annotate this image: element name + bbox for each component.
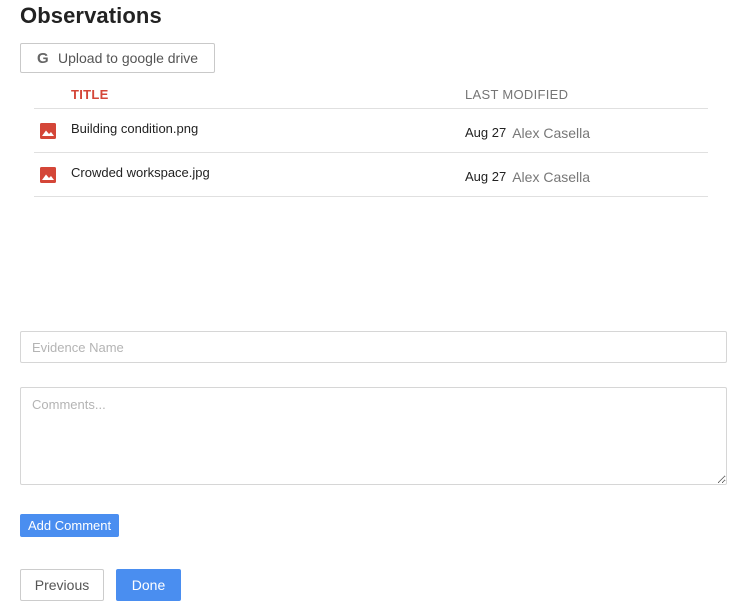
image-file-icon [40,166,56,183]
file-modified-date: Aug 27 [465,125,507,140]
upload-button-label: Upload to google drive [58,50,199,66]
file-name: Building condition.png [71,121,199,136]
file-modified-author: Alex Casella [512,124,591,141]
column-header-last-modified[interactable]: LAST MODIFIED [465,87,568,102]
table-row[interactable]: Building condition.png Aug 27 Alex Casel… [34,109,708,153]
files-table: TITLE LAST MODIFIED Building condition.p… [34,80,708,197]
done-button[interactable]: Done [116,569,181,601]
evidence-name-input[interactable] [20,331,727,363]
google-g-icon: G [37,49,49,67]
table-row[interactable]: Crowded workspace.jpg Aug 27 Alex Casell… [34,153,708,197]
files-table-header: TITLE LAST MODIFIED [34,80,708,109]
file-modified-author: Alex Casella [512,168,591,185]
previous-button[interactable]: Previous [20,569,104,601]
upload-to-google-drive-button[interactable]: G Upload to google drive [20,43,215,73]
observations-page: Observations G Upload to google drive TI… [0,0,742,614]
column-header-title[interactable]: TITLE [71,87,465,102]
page-title: Observations [20,3,162,28]
comments-textarea[interactable] [20,387,727,485]
add-comment-button[interactable]: Add Comment [20,514,120,537]
file-modified-date: Aug 27 [465,169,507,184]
image-file-icon [40,122,56,139]
file-name: Crowded workspace.jpg [71,165,210,180]
